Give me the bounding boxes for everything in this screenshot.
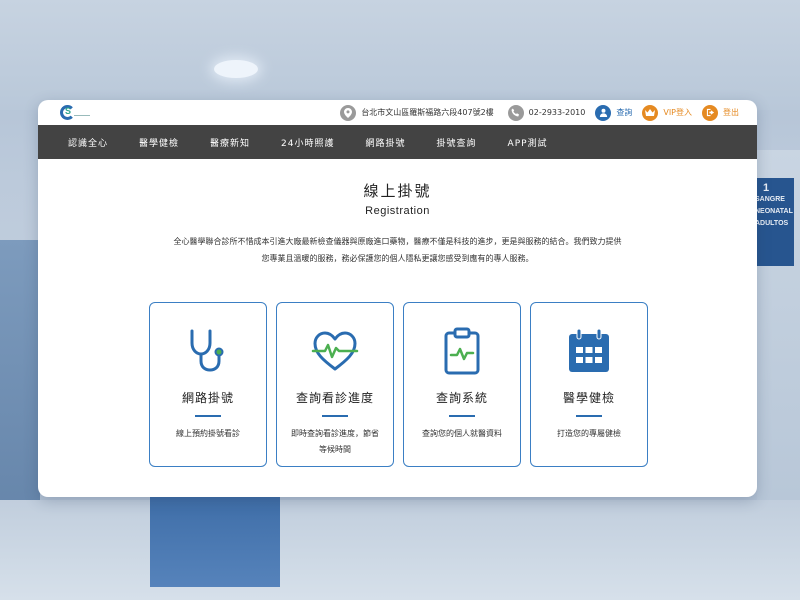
logo-line: [74, 114, 90, 116]
nav-item-registration-query[interactable]: 掛號查詢: [437, 136, 477, 149]
service-title: 醫學健檢: [562, 391, 615, 405]
title-divider: [195, 415, 221, 417]
title-divider: [576, 415, 602, 417]
sign-number: 1: [763, 182, 770, 194]
logo-s-mark: S: [65, 105, 72, 116]
service-card-health-check[interactable]: 醫學健檢 打造您的專屬健檢: [530, 302, 648, 467]
service-description: 線上預約掛號看診: [176, 428, 240, 438]
nav-item-about[interactable]: 認識全心: [68, 136, 108, 149]
top-info-bar: S 台北市文山區羅斯福路六段407號2樓 02-2933-2010 查詢 VIP…: [38, 100, 757, 125]
intro-paragraph: 全心醫學聯合診所不惜成本引進大廠最新檢查儀器與原廠進口藥物，醫療不僅是科技的進步…: [138, 233, 658, 267]
title-divider: [322, 415, 348, 417]
phone-icon: [507, 104, 524, 121]
logout-link[interactable]: 登出: [702, 104, 739, 121]
phone-info: 02-2933-2010: [507, 104, 586, 121]
intro-line: 全心醫學聯合診所不惜成本引進大廠最新檢查儀器與原廠進口藥物，醫療不僅是科技的進步…: [173, 237, 622, 246]
title-divider: [449, 415, 475, 417]
clinic-logo[interactable]: S: [60, 103, 90, 123]
heart-pulse-icon: [311, 331, 359, 371]
intro-line: 您專業且溫暖的服務，務必保護您的個人隱私更讓您感受到應有的專人服務。: [261, 254, 534, 263]
query-label: 查詢: [616, 108, 633, 117]
page-subtitle: Registration: [365, 205, 430, 217]
main-nav: 認識全心 醫學健檢 醫療新知 24小時照護 網路掛號 掛號查詢 APP測試: [38, 125, 757, 159]
logout-icon: [702, 104, 718, 121]
background-ceiling: [0, 0, 800, 110]
service-cards: 網路掛號 線上預約掛號看診 查詢看診進度 即時查詢看診進度，節省等候時間 查詢系…: [149, 302, 648, 467]
service-description: 查詢您的個人就醫資料: [422, 428, 502, 438]
service-description: 打造您的專屬健檢: [557, 428, 621, 438]
logout-label: 登出: [723, 108, 739, 117]
sign-line: NEONATAL: [755, 208, 793, 215]
vip-login-label: VIP登入: [663, 108, 692, 117]
phone-text: 02-2933-2010: [528, 108, 586, 117]
calendar-icon: [569, 328, 609, 372]
service-title: 查詢系統: [435, 391, 488, 405]
service-card-online-registration[interactable]: 網路掛號 線上預約掛號看診: [149, 302, 267, 467]
user-icon: [595, 104, 612, 121]
sign-line: SANGRE: [755, 196, 785, 203]
nav-item-health-check[interactable]: 醫學健檢: [139, 136, 179, 149]
service-card-progress-query[interactable]: 查詢看診進度 即時查詢看診進度，節省等候時間: [276, 302, 394, 467]
vip-login-link[interactable]: VIP登入: [642, 104, 692, 121]
clipboard-pulse-icon: [444, 327, 480, 375]
service-title: 網路掛號: [181, 391, 234, 405]
address-text: 台北市文山區羅斯福路六段407號2樓: [361, 108, 494, 117]
address-info: 台北市文山區羅斯福路六段407號2樓: [340, 104, 494, 121]
background-floor: [0, 500, 800, 600]
page-title: 線上掛號: [363, 182, 432, 200]
website-window: S 台北市文山區羅斯福路六段407號2樓 02-2933-2010 查詢 VIP…: [38, 100, 757, 497]
stethoscope-icon: [190, 329, 224, 372]
service-description: 即時查詢看診進度，節省等候時間: [291, 428, 379, 454]
background-sign: 1 SANGRE NEONATAL ADULTOS: [752, 178, 794, 266]
nav-item-24h-care[interactable]: 24小時照護: [281, 136, 334, 149]
background-door: [150, 497, 280, 587]
nav-item-online-registration[interactable]: 網路掛號: [366, 136, 406, 149]
nav-item-app-test[interactable]: APP測試: [508, 136, 548, 149]
service-card-query-system[interactable]: 查詢系統 查詢您的個人就醫資料: [403, 302, 521, 467]
location-pin-icon: [340, 104, 357, 121]
nav-item-medical-news[interactable]: 醫療新知: [210, 136, 250, 149]
service-title: 查詢看診進度: [295, 391, 374, 405]
query-link[interactable]: 查詢: [595, 104, 633, 121]
ceiling-light: [214, 60, 258, 78]
crown-icon: [642, 104, 659, 121]
sign-line: ADULTOS: [755, 220, 789, 227]
